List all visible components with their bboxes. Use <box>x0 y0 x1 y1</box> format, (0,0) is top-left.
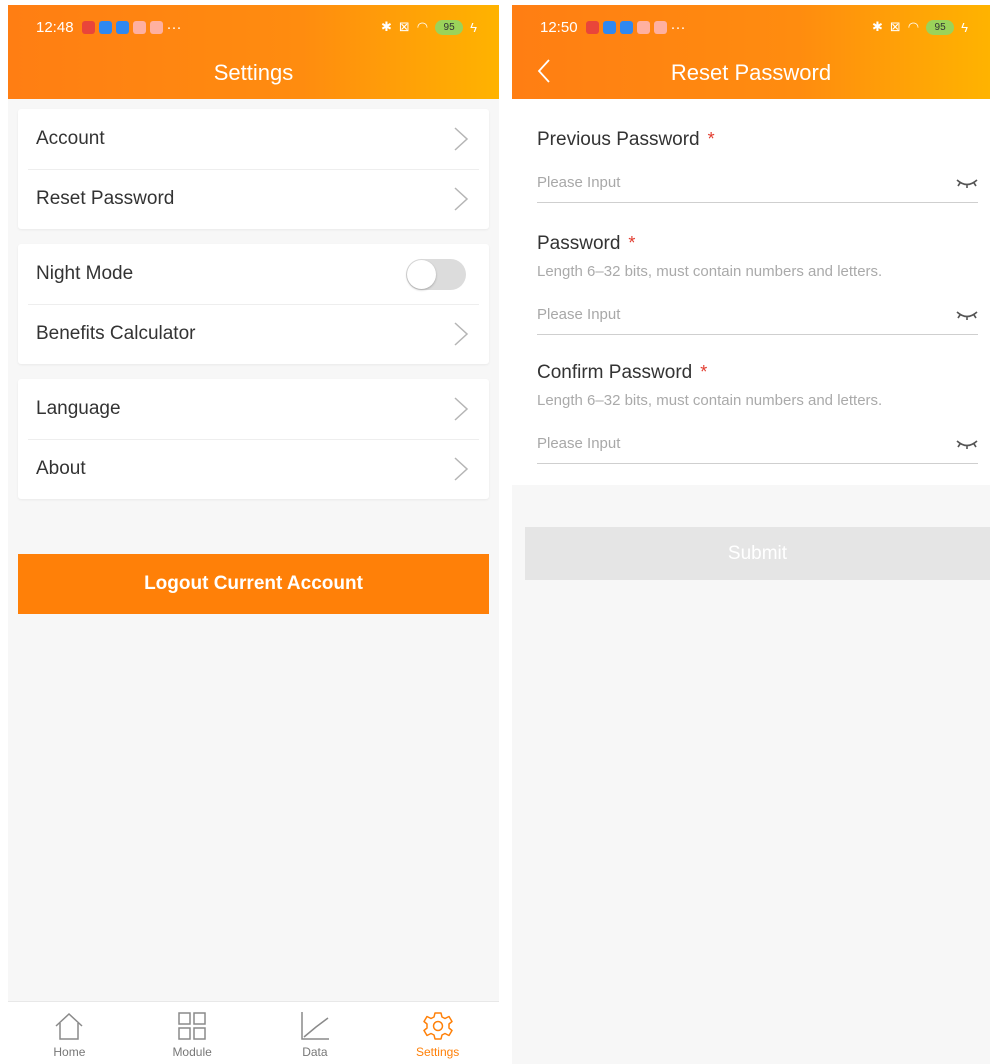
logout-button[interactable]: Logout Current Account <box>18 554 489 614</box>
password-input-row <box>537 295 978 335</box>
tab-label: Home <box>53 1045 86 1059</box>
settings-item-language[interactable]: Language <box>18 379 489 439</box>
required-mark: * <box>628 233 636 253</box>
app-notification-icon <box>636 20 650 34</box>
submit-button[interactable]: Submit <box>525 527 990 580</box>
tab-data[interactable]: Data <box>254 1002 377 1064</box>
chevron-right-icon <box>454 397 469 421</box>
field-label: Password * <box>537 233 978 255</box>
settings-header: 12:48 ··· ✱ ⊠ ◠ 95 ϟ Settings <box>8 5 499 99</box>
bluetooth-icon: ✱ <box>871 19 883 34</box>
previous-password-input[interactable] <box>537 174 956 191</box>
field-hint: Length 6–32 bits, must contain numbers a… <box>537 392 883 409</box>
eye-closed-icon[interactable] <box>956 438 978 450</box>
previous-password-input-row <box>537 163 978 203</box>
app-notification-icon <box>619 20 633 34</box>
settings-item-label: Benefits Calculator <box>36 323 196 344</box>
app-notification-icon <box>115 20 129 34</box>
settings-screen: 12:48 ··· ✱ ⊠ ◠ 95 ϟ Settings Account Re… <box>8 5 499 1064</box>
settings-item-benefits-calculator[interactable]: Benefits Calculator <box>18 304 489 364</box>
required-mark: * <box>707 129 715 149</box>
reset-password-header: 12:50 ··· ✱ ⊠ ◠ 95 ϟ Reset Password <box>512 5 990 99</box>
night-mode-toggle[interactable] <box>406 259 466 290</box>
chevron-right-icon <box>454 322 469 346</box>
toggle-knob <box>407 260 436 289</box>
settings-group-display: Night Mode Benefits Calculator <box>18 244 489 364</box>
bottom-tab-bar: Home Module Data Settings <box>8 1001 499 1064</box>
eye-closed-icon[interactable] <box>956 309 978 321</box>
field-label-text: Password <box>537 233 621 254</box>
confirm-password-field: Confirm Password * Length 6–32 bits, must… <box>537 362 978 464</box>
tab-label: Settings <box>415 1045 460 1059</box>
chevron-right-icon <box>454 187 469 211</box>
chevron-right-icon <box>454 127 469 151</box>
chart-icon <box>301 1012 329 1040</box>
settings-item-about[interactable]: About <box>18 439 489 499</box>
password-field: Password * Length 6–32 bits, must contain… <box>537 233 978 335</box>
settings-group-account: Account Reset Password <box>18 109 489 229</box>
settings-item-label: Reset Password <box>36 188 175 209</box>
sim-icon: ⊠ <box>398 19 410 34</box>
confirm-password-input-row <box>537 424 978 464</box>
required-mark: * <box>700 362 708 382</box>
reset-password-form: Previous Password * Password * Length 6–32… <box>512 99 990 485</box>
app-notification-icon <box>653 20 667 34</box>
tab-settings[interactable]: Settings <box>376 1002 499 1064</box>
settings-item-label: Account <box>36 128 105 149</box>
field-label-text: Previous Password <box>537 129 700 150</box>
password-input[interactable] <box>537 306 956 323</box>
status-time: 12:50 <box>540 18 578 36</box>
home-icon <box>55 1012 83 1040</box>
wifi-icon: ◠ <box>416 19 429 34</box>
field-label: Confirm Password * <box>537 362 978 384</box>
chevron-right-icon <box>454 457 469 481</box>
settings-group-general: Language About <box>18 379 489 499</box>
page-title: Reset Password <box>670 60 832 85</box>
grid-icon <box>178 1012 206 1040</box>
field-hint: Length 6–32 bits, must contain numbers a… <box>537 263 883 280</box>
battery-icon: 95 <box>435 19 464 35</box>
notification-icons: ··· <box>585 18 686 36</box>
notification-icons: ··· <box>81 18 182 36</box>
app-notification-icon <box>149 20 163 34</box>
confirm-password-input[interactable] <box>537 435 956 452</box>
eye-closed-icon[interactable] <box>956 177 978 189</box>
gear-icon <box>422 1012 453 1040</box>
status-bar: 12:50 ··· ✱ ⊠ ◠ 95 ϟ <box>540 16 968 38</box>
mi-app-icon <box>81 20 95 34</box>
charging-icon: ϟ <box>470 19 477 35</box>
app-notification-icon <box>132 20 146 34</box>
bluetooth-icon: ✱ <box>380 19 392 34</box>
settings-item-night-mode: Night Mode <box>18 244 489 304</box>
battery-icon: 95 <box>926 19 955 35</box>
field-label: Previous Password * <box>537 129 978 151</box>
reset-password-screen: 12:50 ··· ✱ ⊠ ◠ 95 ϟ Reset Password Prev… <box>512 5 990 1064</box>
more-notifications-icon: ··· <box>166 18 182 36</box>
status-time: 12:48 <box>36 18 74 36</box>
mi-app-icon <box>585 20 599 34</box>
settings-item-label: Night Mode <box>36 263 134 284</box>
sim-icon: ⊠ <box>889 19 901 34</box>
field-label-text: Confirm Password <box>537 362 693 383</box>
tab-label: Module <box>172 1045 212 1059</box>
settings-item-label: Language <box>36 398 121 419</box>
previous-password-field: Previous Password * <box>537 129 978 203</box>
settings-item-account[interactable]: Account <box>18 109 489 169</box>
wifi-icon: ◠ <box>907 19 920 34</box>
page-title: Settings <box>213 60 294 85</box>
settings-item-reset-password[interactable]: Reset Password <box>18 169 489 229</box>
tab-home[interactable]: Home <box>8 1002 131 1064</box>
settings-item-label: About <box>36 458 86 479</box>
tab-label: Data <box>302 1045 328 1059</box>
status-bar: 12:48 ··· ✱ ⊠ ◠ 95 ϟ <box>36 16 477 38</box>
more-notifications-icon: ··· <box>670 18 686 36</box>
charging-icon: ϟ <box>961 19 968 35</box>
app-notification-icon <box>98 20 112 34</box>
tab-module[interactable]: Module <box>131 1002 254 1064</box>
app-notification-icon <box>602 20 616 34</box>
